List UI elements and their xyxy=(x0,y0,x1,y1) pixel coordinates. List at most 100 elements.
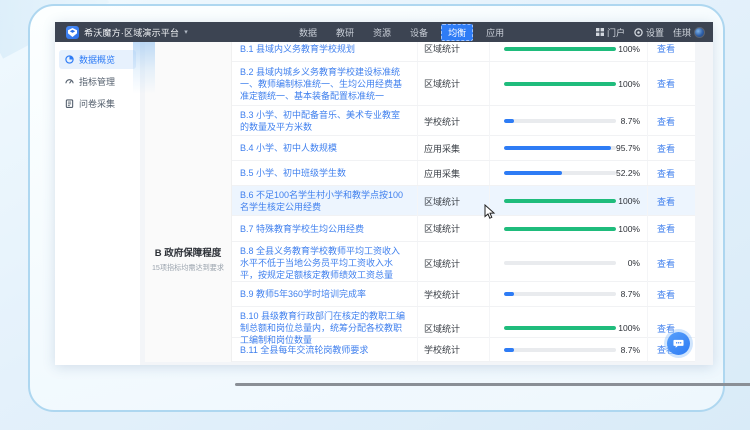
progress-fill xyxy=(504,292,514,296)
sidebar-item-label: 问卷采集 xyxy=(79,97,115,110)
settings-label: 设置 xyxy=(646,26,664,39)
indicator-name-link[interactable]: B.4 小学、初中人数规模 xyxy=(232,136,418,160)
progress-fill xyxy=(504,119,514,123)
data-overview-icon xyxy=(65,55,74,64)
indicator-table: B 政府保障程度 15项指标均需达到要求 B.1 县域内义务教育学校规划区域统计… xyxy=(145,42,695,362)
indicator-name-link[interactable]: B.9 教师5年360学时培训完成率 xyxy=(232,282,418,306)
indicator-name-link[interactable]: B.11 全县每年交流轮岗教师要求 xyxy=(232,338,418,361)
app-title: 希沃魔方·区域演示平台 xyxy=(84,26,179,39)
table-row: B.10 县级教育行政部门在核定的教职工编制总额和岗位总量内，统筹分配各校教职工… xyxy=(232,307,695,338)
nav-menu-item-4[interactable]: 设备 xyxy=(404,24,434,41)
view-link[interactable]: 查看 xyxy=(657,167,675,180)
table-row: B.8 全县义务教育学校教师平均工资收入水平不低于当地公务员平均工资收入水平，按… xyxy=(232,242,695,282)
portal-button[interactable]: 门户 xyxy=(596,26,625,39)
progress-bar xyxy=(504,261,616,265)
nav-menu-item-2[interactable]: 教研 xyxy=(330,24,360,41)
indicator-type: 区域统计 xyxy=(418,216,490,241)
nav-menu: 数据教研资源设备均衡应用 xyxy=(293,22,510,42)
progress-bar xyxy=(504,47,616,51)
table-row: B.6 不足100名学生村小学和教学点按100名学生核定公用经费区域统计100%… xyxy=(232,186,695,216)
indicator-name-link[interactable]: B.2 县域内城乡义务教育学校建设标准统一、教师编制标准统一、生均公用经费基准定… xyxy=(232,62,418,105)
table-row: B.5 小学、初中班级学生数应用采集 52.2% 查看 xyxy=(232,161,695,186)
progress-percent: 52.2% xyxy=(616,168,647,178)
indicator-name-link[interactable]: B.6 不足100名学生村小学和教学点按100名学生核定公用经费 xyxy=(232,186,418,216)
nav-utilities: 门户 设置 佳琪 xyxy=(596,22,705,42)
view-link[interactable]: 查看 xyxy=(657,42,675,55)
view-link[interactable]: 查看 xyxy=(657,222,675,235)
progress-fill xyxy=(504,82,616,86)
indicator-type: 区域统计 xyxy=(418,186,490,216)
progress-bar xyxy=(504,171,616,175)
progress-cell: 8.7% xyxy=(490,106,648,136)
progress-cell: 100% xyxy=(490,62,648,105)
view-link[interactable]: 查看 xyxy=(657,195,675,208)
app-body: 数据概览指标管理问卷采集 B 政府保障程度 15项指标均需达到要求 B.1 县域… xyxy=(55,42,713,365)
table-row: B.7 特殊教育学校生均公用经费区域统计 100% 查看 xyxy=(232,216,695,242)
progress-percent: 8.7% xyxy=(616,289,647,299)
username: 佳琪 xyxy=(673,26,691,39)
view-link[interactable]: 查看 xyxy=(657,257,675,270)
view-link[interactable]: 查看 xyxy=(657,115,675,128)
progress-fill xyxy=(504,348,514,352)
indicator-name-link[interactable]: B.1 县域内义务教育学校规划 xyxy=(232,42,418,61)
indicator-name-link[interactable]: B.3 小学、初中配备音乐、美术专业教室的数量及平方米数 xyxy=(232,106,418,136)
sidebar-item-2[interactable]: 指标管理 xyxy=(59,72,136,91)
indicator-type: 区域统计 xyxy=(418,42,490,61)
action-cell: 查看 xyxy=(648,136,695,160)
view-link[interactable]: 查看 xyxy=(657,288,675,301)
nav-menu-item-5[interactable]: 均衡 xyxy=(441,24,473,41)
indicator-name-link[interactable]: B.8 全县义务教育学校教师平均工资收入水平不低于当地公务员平均工资收入水平，按… xyxy=(232,242,418,284)
sidebar: 数据概览指标管理问卷采集 xyxy=(55,42,140,365)
progress-cell: 52.2% xyxy=(490,161,648,185)
progress-bar xyxy=(504,119,616,123)
progress-cell: 8.7% xyxy=(490,282,648,306)
category-subtitle: 15项指标均需达到要求 xyxy=(147,262,229,272)
progress-bar xyxy=(504,348,616,352)
nav-menu-item-3[interactable]: 资源 xyxy=(367,24,397,41)
progress-percent: 8.7% xyxy=(616,116,647,126)
user-menu[interactable]: 佳琪 xyxy=(673,26,705,39)
portal-label: 门户 xyxy=(607,26,625,39)
nav-menu-item-6[interactable]: 应用 xyxy=(480,24,510,41)
sidebar-item-1[interactable]: 数据概览 xyxy=(59,50,136,69)
action-cell: 查看 xyxy=(648,216,695,241)
nav-menu-item-1[interactable]: 数据 xyxy=(293,24,323,41)
table-row: B.4 小学、初中人数规模应用采集95.7%查看 xyxy=(232,136,695,161)
category-label: B 政府保障程度 15项指标均需达到要求 xyxy=(145,245,231,273)
progress-bar xyxy=(504,199,616,203)
view-link[interactable]: 查看 xyxy=(657,77,675,90)
progress-percent: 8.7% xyxy=(616,345,647,355)
table-row: B.9 教师5年360学时培训完成率学校统计 8.7% 查看 xyxy=(232,282,695,307)
chevron-down-icon[interactable]: ▾ xyxy=(184,28,188,36)
chat-support-button[interactable] xyxy=(667,332,690,355)
progress-bar xyxy=(504,146,616,150)
progress-cell: 100% xyxy=(490,42,648,61)
table-row: B.2 县域内城乡义务教育学校建设标准统一、教师编制标准统一、生均公用经费基准定… xyxy=(232,62,695,106)
progress-bar xyxy=(504,227,616,231)
indicator-type: 学校统计 xyxy=(418,282,490,306)
avatar[interactable] xyxy=(694,27,705,38)
indicator-type: 应用采集 xyxy=(418,161,490,185)
sidebar-item-3[interactable]: 问卷采集 xyxy=(59,94,136,113)
progress-fill xyxy=(504,146,611,150)
view-link[interactable]: 查看 xyxy=(657,142,675,155)
progress-fill xyxy=(504,171,562,175)
indicator-name-link[interactable]: B.5 小学、初中班级学生数 xyxy=(232,161,418,185)
chat-bubble-icon xyxy=(673,338,684,349)
progress-percent: 100% xyxy=(616,79,647,89)
indicator-type: 学校统计 xyxy=(418,338,490,361)
progress-cell: 8.7% xyxy=(490,338,648,361)
progress-percent: 100% xyxy=(616,224,647,234)
progress-cell: 100% xyxy=(490,216,648,241)
horizontal-scrollbar[interactable] xyxy=(235,383,750,386)
table-row: B.1 县域内义务教育学校规划区域统计100% 查看 xyxy=(232,42,695,62)
progress-cell: 0% xyxy=(490,242,648,284)
brand[interactable]: 希沃魔方·区域演示平台 ▾ xyxy=(55,26,188,39)
action-cell: 查看 xyxy=(648,42,695,61)
progress-bar xyxy=(504,326,616,330)
settings-button[interactable]: 设置 xyxy=(634,26,664,39)
progress-fill xyxy=(504,227,616,231)
progress-bar xyxy=(504,82,616,86)
sidebar-item-label: 数据概览 xyxy=(79,53,115,66)
indicator-name-link[interactable]: B.7 特殊教育学校生均公用经费 xyxy=(232,216,418,241)
